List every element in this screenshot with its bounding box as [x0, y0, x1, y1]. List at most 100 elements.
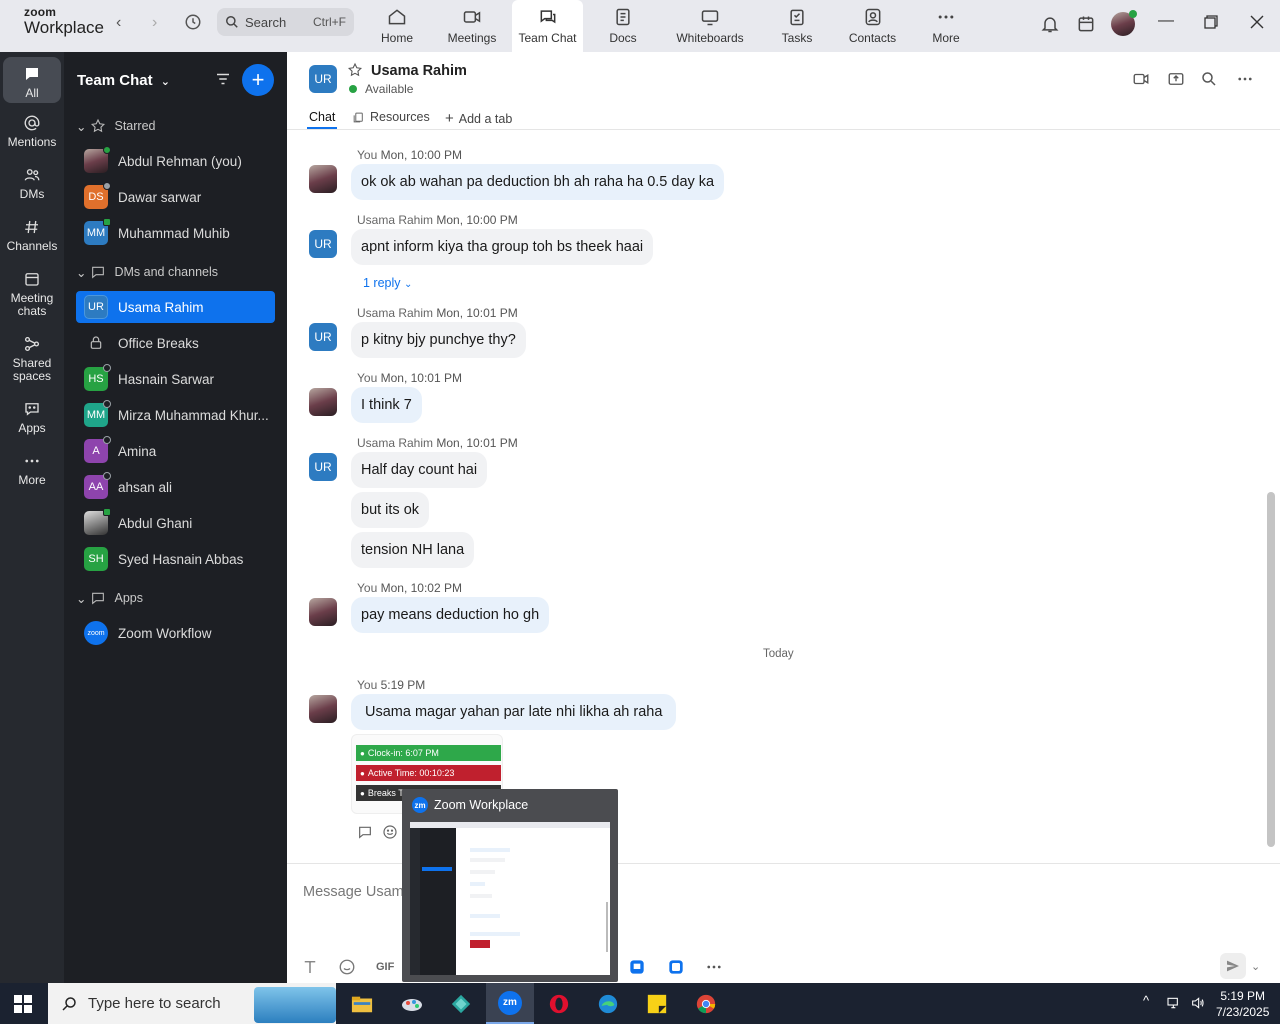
new-chat-button[interactable]: + — [242, 64, 274, 96]
sidebar-item-ahsan-ali[interactable]: AA ahsan ali — [76, 471, 275, 503]
window-thumbnail[interactable] — [410, 822, 610, 975]
app-blue-icon[interactable] — [629, 959, 645, 975]
message-bubble[interactable]: Half day count hai — [351, 452, 488, 488]
dolphin-illustration — [254, 987, 336, 1023]
sidebar-item-hasnain-sarwar[interactable]: HS Hasnain Sarwar — [76, 363, 275, 395]
taskbar-preview-popup[interactable]: zm Zoom Workplace — [402, 789, 618, 982]
sidebar-item-amina[interactable]: A Amina — [76, 435, 275, 467]
sidebar-item-office-breaks[interactable]: Office Breaks — [76, 327, 275, 359]
profile-avatar[interactable] — [1111, 10, 1137, 36]
contact-avatar[interactable]: UR — [309, 65, 337, 93]
message-bubble[interactable]: ok ok ab wahan pa deduction bh ah raha h… — [351, 164, 725, 200]
scrollbar[interactable] — [1267, 492, 1275, 847]
rail-item-mentions[interactable]: Mentions — [0, 114, 64, 149]
emoji-icon[interactable] — [338, 958, 356, 976]
rail-item-channels[interactable]: Channels — [0, 218, 64, 253]
message-bubble[interactable]: I think 7 — [351, 387, 422, 423]
tab-docs[interactable]: Docs — [598, 0, 648, 52]
network-icon[interactable] — [1166, 995, 1182, 1011]
forward-arrow-icon[interactable]: › — [152, 14, 157, 32]
taskbar-clock[interactable]: 5:19 PM 7/23/2025 — [1216, 988, 1269, 1020]
sidebar-item-muhammad-muhib[interactable]: MM Muhammad Muhib — [76, 217, 275, 249]
message-bubble[interactable]: Usama magar yahan par late nhi likha ah … — [351, 694, 677, 730]
taskbar-opera[interactable] — [535, 983, 583, 1024]
sidebar-item-abdul-ghani[interactable]: Abdul Ghani — [76, 507, 275, 539]
message-bubble[interactable]: pay means deduction ho gh — [351, 597, 550, 633]
windows-start-icon[interactable] — [14, 995, 32, 1013]
reply-icon[interactable] — [357, 824, 373, 840]
taskbar-edge[interactable] — [584, 983, 632, 1024]
video-call-icon[interactable] — [1132, 70, 1150, 88]
sidebar-title[interactable]: Team Chat ⌄ — [77, 72, 170, 89]
sidebar-item-zoom-workflow[interactable]: zoom Zoom Workflow — [76, 617, 275, 649]
app-blue-icon-2[interactable] — [668, 959, 684, 975]
tab-team-chat[interactable]: Team Chat — [512, 0, 583, 52]
send-button[interactable] — [1220, 953, 1246, 979]
text-format-icon[interactable] — [301, 958, 319, 976]
message-bubble[interactable]: apnt inform kiya tha group toh bs theek … — [351, 229, 654, 265]
tab-resources[interactable]: Resources — [352, 110, 430, 124]
avatar[interactable]: UR — [309, 453, 337, 481]
rail-item-apps[interactable]: Apps — [0, 400, 64, 435]
taskbar-search-input[interactable]: Type here to search — [48, 983, 336, 1024]
tab-home[interactable]: Home — [370, 0, 424, 52]
star-icon[interactable] — [347, 62, 363, 78]
more-tools-icon[interactable] — [705, 958, 723, 976]
section-starred[interactable]: ⌄ Starred — [76, 118, 155, 134]
avatar[interactable] — [309, 165, 337, 193]
sidebar-item-syed-hasnain[interactable]: SH Syed Hasnain Abbas — [76, 543, 275, 575]
avatar[interactable] — [309, 695, 337, 723]
rail-item-meeting-chats[interactable]: Meeting chats — [0, 270, 64, 318]
avatar[interactable]: UR — [309, 323, 337, 351]
message-bubble[interactable]: p kitny bjy punchye thy? — [351, 322, 526, 358]
section-apps[interactable]: ⌄ Apps — [76, 590, 143, 606]
search-icon[interactable] — [1200, 70, 1218, 88]
tab-more[interactable]: More — [925, 0, 967, 52]
volume-icon[interactable] — [1190, 995, 1206, 1011]
share-screen-icon[interactable] — [1167, 70, 1185, 88]
taskbar-chrome[interactable] — [682, 983, 730, 1024]
rail-item-more[interactable]: More — [0, 452, 64, 487]
message-input[interactable]: Message Usam — [303, 884, 404, 900]
rail-item-all[interactable]: All — [3, 57, 61, 103]
send-options-chevron-icon[interactable]: ⌄ — [1251, 960, 1260, 973]
reply-link[interactable]: 1 reply ⌄ — [363, 276, 412, 290]
sidebar-item-dawar-sarwar[interactable]: DS Dawar sarwar — [76, 181, 275, 213]
filter-icon[interactable] — [214, 70, 232, 88]
minimize-icon[interactable]: — — [1158, 12, 1174, 30]
history-icon[interactable] — [184, 13, 202, 31]
taskbar-sticky-notes[interactable] — [633, 983, 681, 1024]
avatar[interactable] — [309, 598, 337, 626]
taskbar-app-2[interactable] — [388, 983, 436, 1024]
bell-icon[interactable] — [1040, 14, 1060, 34]
taskbar-file-explorer[interactable] — [338, 983, 386, 1024]
search-input[interactable]: Search Ctrl+F — [217, 8, 354, 36]
tray-chevron-up-icon[interactable]: ^ — [1143, 993, 1159, 1009]
rail-item-dms[interactable]: DMs — [0, 166, 64, 201]
tab-meetings[interactable]: Meetings — [442, 0, 502, 52]
tab-contacts[interactable]: Contacts — [845, 0, 900, 52]
back-arrow-icon[interactable]: ‹ — [116, 14, 121, 32]
tab-chat[interactable]: Chat — [309, 110, 335, 124]
message-bubble[interactable]: but its ok — [351, 492, 430, 528]
contact-name[interactable]: Usama Rahim — [371, 63, 467, 79]
tab-add[interactable]: + Add a tab — [445, 110, 512, 127]
avatar[interactable] — [309, 388, 337, 416]
section-dms[interactable]: ⌄ DMs and channels — [76, 264, 218, 280]
gif-button[interactable]: GIF — [376, 961, 394, 979]
rail-item-shared-spaces[interactable]: Shared spaces — [0, 335, 64, 383]
emoji-reaction-icon[interactable] — [382, 824, 398, 840]
sidebar-item-mirza-muhammad[interactable]: MM Mirza Muhammad Khur... — [76, 399, 275, 431]
calendar-icon[interactable] — [1076, 14, 1096, 34]
sidebar-item-abdul-rehman[interactable]: Abdul Rehman (you) — [76, 145, 275, 177]
taskbar-zoom[interactable]: zm — [486, 983, 534, 1024]
more-options-icon[interactable] — [1236, 70, 1254, 88]
avatar[interactable]: UR — [309, 230, 337, 258]
message-bubble[interactable]: tension NH lana — [351, 532, 475, 568]
tab-tasks[interactable]: Tasks — [772, 0, 822, 52]
restore-icon[interactable] — [1204, 15, 1218, 29]
close-icon[interactable] — [1250, 15, 1264, 29]
tab-whiteboards[interactable]: Whiteboards — [670, 0, 750, 52]
sidebar-item-usama-rahim[interactable]: UR Usama Rahim — [76, 291, 275, 323]
taskbar-app-3[interactable] — [437, 983, 485, 1024]
